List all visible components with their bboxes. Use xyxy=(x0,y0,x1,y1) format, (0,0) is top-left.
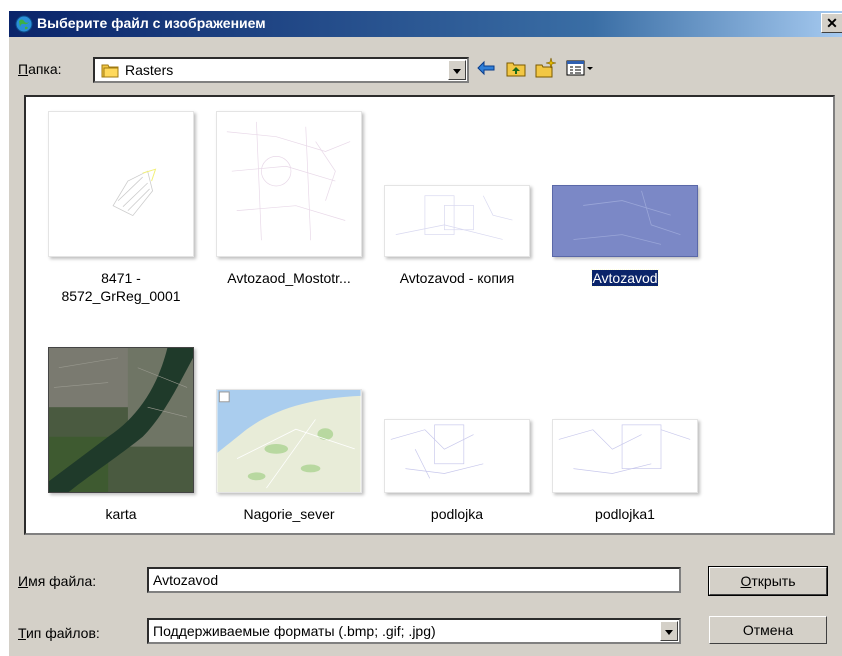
file-thumbnail xyxy=(384,419,530,493)
file-name-text: 8471 - 8572_GrReg_0001 xyxy=(61,270,181,304)
filename-label: Имя файла: xyxy=(18,573,97,589)
new-folder-icon[interactable] xyxy=(535,57,557,79)
file-item-avtozavod[interactable]: Avtozavod xyxy=(544,111,698,321)
file-item-nagorie-sever[interactable]: Nagorie_sever xyxy=(208,347,362,533)
file-thumbnail xyxy=(384,185,530,257)
file-name-text: podlojka1 xyxy=(595,506,655,522)
file-list[interactable]: 8471 - 8572_GrReg_0001 Avtozaod_Mostotr.… xyxy=(24,95,835,535)
file-name-text: Avtozaod_Mostotr... xyxy=(227,270,351,286)
filename-input-field[interactable] xyxy=(149,569,679,591)
open-button-rest: ткрыть xyxy=(751,573,796,589)
file-name: Avtozaod_Mostotr... xyxy=(214,269,364,287)
view-menu-icon[interactable] xyxy=(565,57,595,79)
filename-label-rest: мя файла: xyxy=(28,573,97,589)
file-name-text: Nagorie_sever xyxy=(243,506,335,522)
back-arrow-icon[interactable] xyxy=(475,57,497,79)
folder-icon xyxy=(101,62,119,78)
file-item-podlojka1[interactable]: podlojka1 xyxy=(544,347,698,533)
file-name: karta xyxy=(46,505,196,523)
file-thumbnail xyxy=(48,347,194,493)
up-folder-icon[interactable] xyxy=(505,57,527,79)
dialog-title: Выберите файл с изображением xyxy=(37,15,266,31)
file-name-text-selected: Avtozavod xyxy=(591,269,659,287)
folder-dropdown-button[interactable] xyxy=(448,60,466,80)
title-bar[interactable]: Выберите файл с изображением ✕ xyxy=(9,11,842,37)
file-thumbnail xyxy=(552,185,698,257)
globe-icon xyxy=(15,15,33,33)
filetype-label-rest: ип файлов: xyxy=(25,625,100,641)
file-name-text: podlojka xyxy=(430,506,484,522)
cancel-button[interactable]: Отмена xyxy=(709,616,827,644)
file-item-avtozaod-mostotr[interactable]: Avtozaod_Mostotr... xyxy=(208,111,362,321)
filename-input[interactable] xyxy=(147,567,681,593)
file-item-podlojka[interactable]: podlojka xyxy=(376,347,530,533)
file-item-avtozavod-kopiya[interactable]: Avtozavod - копия xyxy=(376,111,530,321)
file-name: Nagorie_sever xyxy=(214,505,364,523)
filetype-value: Поддерживаемые форматы (.bmp; .gif; .jpg… xyxy=(153,623,436,639)
file-item-8471[interactable]: 8471 - 8572_GrReg_0001 xyxy=(40,111,194,321)
file-name-text: karta xyxy=(105,506,137,522)
folder-combo[interactable]: Rasters xyxy=(93,57,469,83)
file-thumbnail xyxy=(216,111,362,257)
file-name: Avtozavod - копия xyxy=(382,269,532,287)
close-button[interactable]: ✕ xyxy=(821,13,842,33)
file-name-text: Avtozavod - копия xyxy=(399,270,515,286)
file-name: 8471 - 8572_GrReg_0001 xyxy=(46,269,196,305)
file-thumbnail xyxy=(552,419,698,493)
file-thumbnail xyxy=(216,389,362,493)
folder-value: Rasters xyxy=(125,62,174,78)
filetype-dropdown-button[interactable] xyxy=(660,621,678,641)
file-name: podlojka1 xyxy=(550,505,700,523)
open-button[interactable]: Открыть xyxy=(708,566,828,596)
file-thumbnail xyxy=(48,111,194,257)
file-open-dialog: Выберите файл с изображением ✕ Папка: Ra… xyxy=(8,10,842,656)
file-name: Avtozavod xyxy=(550,269,700,287)
folder-label-rest: апка: xyxy=(28,61,62,77)
filetype-select[interactable]: Поддерживаемые форматы (.bmp; .gif; .jpg… xyxy=(147,618,681,644)
file-item-karta[interactable]: karta xyxy=(40,347,194,533)
file-name: podlojka xyxy=(382,505,532,523)
folder-label: Папка: xyxy=(18,61,62,77)
filetype-label: Тип файлов: xyxy=(18,625,100,641)
